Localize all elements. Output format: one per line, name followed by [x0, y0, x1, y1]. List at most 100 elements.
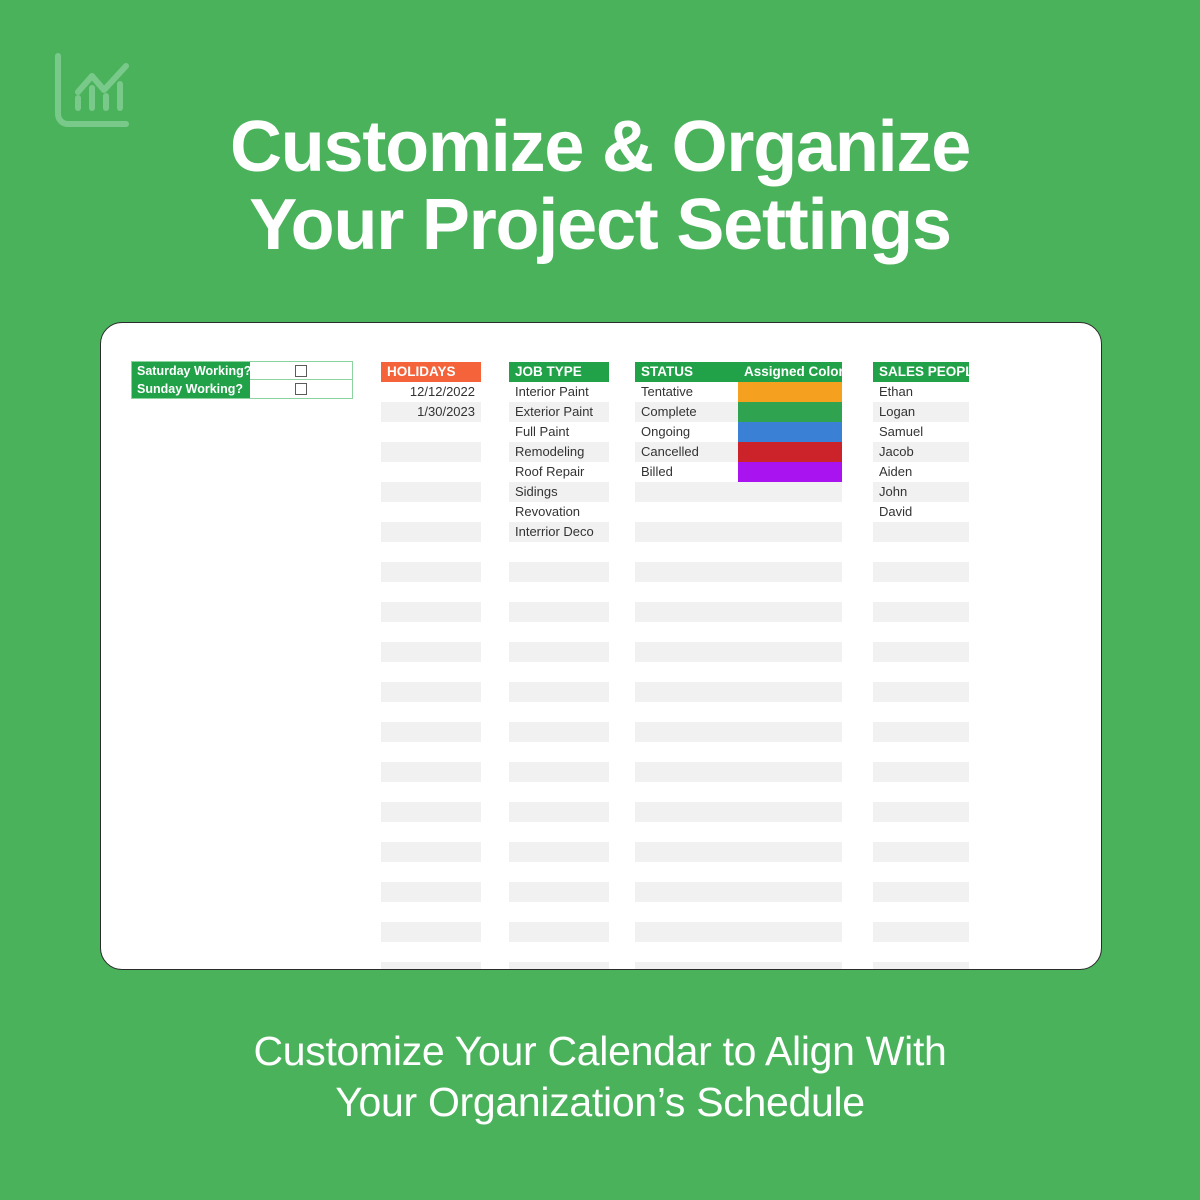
sales-people-empty-row[interactable] — [873, 682, 969, 702]
sales-people-empty-row[interactable] — [873, 842, 969, 862]
job-type-empty-row[interactable] — [509, 962, 609, 969]
status-cell-2[interactable]: Ongoing — [635, 422, 738, 442]
holidays-empty-row[interactable] — [381, 842, 481, 862]
status-empty-row[interactable] — [635, 682, 738, 702]
job-type-cell-5[interactable]: Sidings — [509, 482, 609, 502]
holidays-empty-row[interactable] — [381, 762, 481, 782]
job-type-empty-row[interactable] — [509, 642, 609, 662]
holidays-empty-row[interactable] — [381, 602, 481, 622]
job-type-empty-row[interactable] — [509, 562, 609, 582]
job-type-cell-6[interactable]: Revovation — [509, 502, 609, 522]
sales-people-empty-row[interactable] — [873, 522, 969, 542]
sales-people-cell-4[interactable]: Aiden — [873, 462, 969, 482]
status-swatch-empty[interactable] — [738, 842, 842, 862]
sales-people-empty-row[interactable] — [873, 922, 969, 942]
job-type-empty-row[interactable] — [509, 602, 609, 622]
working-day-row-saturday[interactable]: Saturday Working? — [132, 362, 352, 380]
sales-people-empty-row[interactable] — [873, 962, 969, 969]
job-type-cell-4[interactable]: Roof Repair — [509, 462, 609, 482]
holidays-empty-row[interactable] — [381, 642, 481, 662]
holidays-empty-row[interactable] — [381, 682, 481, 702]
sales-people-empty-row[interactable] — [873, 642, 969, 662]
job-type-header[interactable]: JOB TYPE — [509, 362, 609, 382]
holidays-header[interactable]: HOLIDAYS — [381, 362, 481, 382]
job-type-empty-row[interactable] — [509, 842, 609, 862]
holidays-empty-row[interactable] — [381, 802, 481, 822]
job-type-empty-row[interactable] — [509, 682, 609, 702]
status-header[interactable]: STATUS — [635, 362, 738, 382]
status-swatch-0[interactable] — [738, 382, 842, 402]
status-swatch-empty[interactable] — [738, 522, 842, 542]
sales-people-cell-6[interactable]: David — [873, 502, 969, 522]
job-type-empty-row[interactable] — [509, 882, 609, 902]
working-day-checkbox-cell-saturday[interactable] — [250, 362, 352, 380]
status-empty-row[interactable] — [635, 482, 738, 502]
sales-people-cell-2[interactable]: Samuel — [873, 422, 969, 442]
sales-people-empty-row[interactable] — [873, 762, 969, 782]
job-type-cell-3[interactable]: Remodeling — [509, 442, 609, 462]
status-empty-row[interactable] — [635, 522, 738, 542]
status-swatch-empty[interactable] — [738, 642, 842, 662]
status-swatch-empty[interactable] — [738, 802, 842, 822]
status-cell-1[interactable]: Complete — [635, 402, 738, 422]
sales-people-cell-3[interactable]: Jacob — [873, 442, 969, 462]
holidays-empty-row[interactable] — [381, 962, 481, 969]
holidays-empty-row[interactable] — [381, 562, 481, 582]
status-cell-3[interactable]: Cancelled — [635, 442, 738, 462]
sales-people-cell-1[interactable]: Logan — [873, 402, 969, 422]
holidays-empty-row[interactable] — [381, 522, 481, 542]
job-type-empty-row[interactable] — [509, 802, 609, 822]
status-swatch-empty[interactable] — [738, 682, 842, 702]
holidays-empty-row[interactable] — [381, 482, 481, 502]
status-cell-0[interactable]: Tentative — [635, 382, 738, 402]
sales-people-empty-row[interactable] — [873, 602, 969, 622]
sales-people-cell-5[interactable]: John — [873, 482, 969, 502]
status-color-header[interactable]: Assigned Color — [738, 362, 842, 382]
status-swatch-3[interactable] — [738, 442, 842, 462]
holidays-empty-row[interactable] — [381, 922, 481, 942]
sales-people-empty-row[interactable] — [873, 882, 969, 902]
sales-people-cell-0[interactable]: Ethan — [873, 382, 969, 402]
status-swatch-empty[interactable] — [738, 602, 842, 622]
holidays-empty-row[interactable] — [381, 442, 481, 462]
sales-people-empty-row[interactable] — [873, 562, 969, 582]
status-swatch-empty[interactable] — [738, 482, 842, 502]
holidays-cell-0[interactable]: 12/12/2022 — [381, 382, 481, 402]
status-empty-row[interactable] — [635, 602, 738, 622]
job-type-empty-row[interactable] — [509, 722, 609, 742]
saturday-working-checkbox[interactable] — [295, 364, 307, 377]
working-day-row-sunday[interactable]: Sunday Working? — [132, 380, 352, 398]
job-type-cell-2[interactable]: Full Paint — [509, 422, 609, 442]
status-swatch-2[interactable] — [738, 422, 842, 442]
status-swatch-empty[interactable] — [738, 962, 842, 969]
sales-people-header[interactable]: SALES PEOPLE — [873, 362, 969, 382]
status-empty-row[interactable] — [635, 882, 738, 902]
status-swatch-4[interactable] — [738, 462, 842, 482]
status-empty-row[interactable] — [635, 962, 738, 969]
job-type-empty-row[interactable] — [509, 762, 609, 782]
holidays-empty-row[interactable] — [381, 722, 481, 742]
status-swatch-empty[interactable] — [738, 882, 842, 902]
status-swatch-1[interactable] — [738, 402, 842, 422]
status-swatch-empty[interactable] — [738, 762, 842, 782]
status-empty-row[interactable] — [635, 762, 738, 782]
status-swatch-empty[interactable] — [738, 922, 842, 942]
job-type-cell-0[interactable]: Interior Paint — [509, 382, 609, 402]
working-day-checkbox-cell-sunday[interactable] — [250, 380, 352, 398]
status-cell-4[interactable]: Billed — [635, 462, 738, 482]
status-empty-row[interactable] — [635, 642, 738, 662]
status-swatch-empty[interactable] — [738, 562, 842, 582]
job-type-cell-1[interactable]: Exterior Paint — [509, 402, 609, 422]
status-empty-row[interactable] — [635, 922, 738, 942]
job-type-cell-7[interactable]: Interrior Deco — [509, 522, 609, 542]
job-type-empty-row[interactable] — [509, 922, 609, 942]
sales-people-empty-row[interactable] — [873, 722, 969, 742]
status-empty-row[interactable] — [635, 722, 738, 742]
status-empty-row[interactable] — [635, 842, 738, 862]
holidays-cell-1[interactable]: 1/30/2023 — [381, 402, 481, 422]
status-empty-row[interactable] — [635, 802, 738, 822]
status-empty-row[interactable] — [635, 562, 738, 582]
sales-people-empty-row[interactable] — [873, 802, 969, 822]
holidays-empty-row[interactable] — [381, 882, 481, 902]
status-swatch-empty[interactable] — [738, 722, 842, 742]
